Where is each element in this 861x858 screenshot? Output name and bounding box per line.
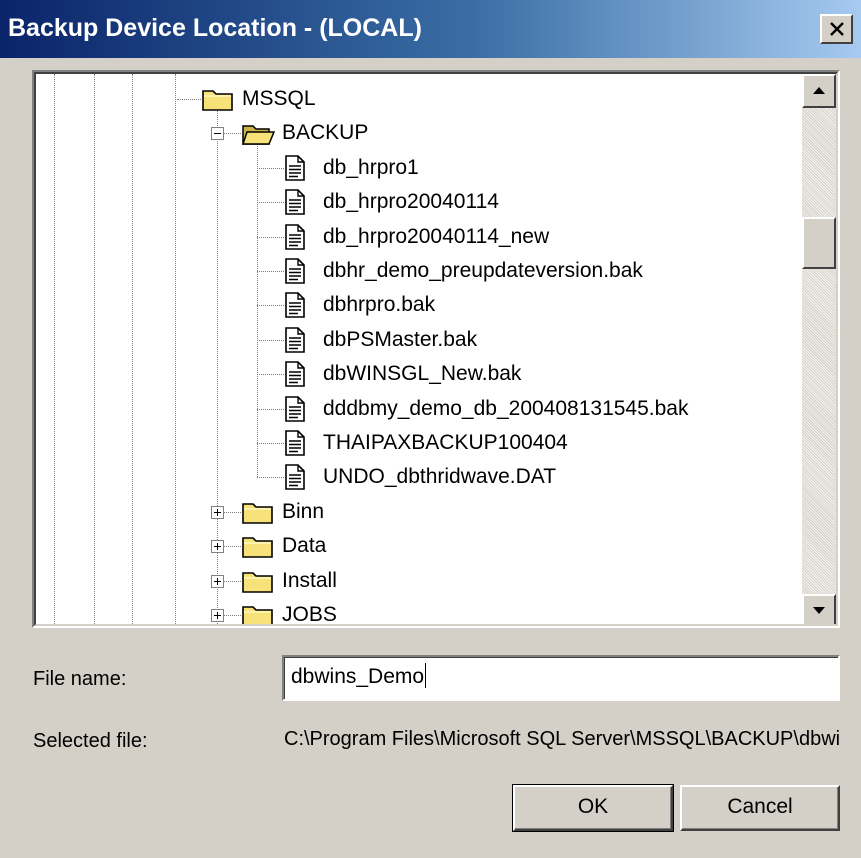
expand-toggle[interactable]: [211, 505, 224, 519]
tree-connector: [257, 271, 284, 272]
close-button[interactable]: [820, 14, 853, 44]
tree-content: MSSQL BACKUP db_hrpro1 db_hrpro20040114 db_h…: [36, 74, 806, 626]
arrow-down-icon: [813, 607, 825, 614]
tree-connector: [257, 339, 284, 341]
folder-tree[interactable]: MSSQL BACKUP db_hrpro1 db_hrpro20040114 db_h…: [32, 70, 840, 628]
tree-connector: [257, 167, 284, 169]
folder-open-icon: [241, 120, 276, 151]
tree-item-label: dbhr_demo_preupdateversion.bak: [323, 259, 643, 282]
tree-item-label: db_hrpro20040114: [323, 190, 499, 214]
tree-item-label: Data: [282, 534, 327, 558]
tree-connector: [257, 202, 284, 204]
scroll-up-button[interactable]: [802, 74, 836, 108]
tree-guide-line: [94, 74, 95, 624]
plus-box-icon: [217, 508, 218, 516]
vertical-scrollbar[interactable]: [802, 74, 836, 624]
tree-guide-line: [54, 74, 55, 624]
document-icon: [284, 189, 306, 220]
cancel-button[interactable]: Cancel: [680, 785, 840, 831]
tree-item-label: BACKUP: [282, 121, 369, 145]
document-icon: [284, 430, 306, 461]
document-icon: [284, 223, 306, 255]
folder-icon: [241, 499, 275, 530]
plus-box-icon: [217, 577, 218, 585]
tree-item-label: db_hrpro1: [323, 155, 419, 179]
tree-connector: [177, 99, 201, 100]
tree-connector: [257, 477, 284, 479]
tree-item-label: Install: [282, 568, 337, 592]
backup-device-location-dialog: Backup Device Location - (LOCAL) MSSQL BA…: [0, 0, 861, 858]
tree-connector: [257, 141, 258, 478]
tree-item-label: MSSQL: [242, 87, 316, 110]
document-icon: [284, 361, 306, 392]
plus-box-icon: [217, 612, 218, 619]
tree-connector: [257, 374, 284, 376]
collapse-toggle[interactable]: [211, 127, 224, 141]
tree-item-label: dddbmy_demo_db_200408131545.bak: [323, 396, 689, 420]
document-icon: [284, 292, 306, 323]
folder-icon: [201, 86, 235, 117]
selected-file-label: Selected file:: [33, 730, 148, 752]
ok-button[interactable]: OK: [512, 784, 674, 832]
minus-box-icon: [214, 133, 221, 135]
scroll-thumb[interactable]: [802, 217, 836, 269]
tree-item-label: Binn: [282, 499, 325, 523]
tree-connector: [257, 443, 284, 444]
document-icon: [284, 154, 306, 186]
tree-guide-line: [132, 74, 133, 624]
document-icon: [284, 395, 306, 427]
tree-connector: [257, 236, 284, 238]
close-icon: [830, 22, 844, 36]
file-name-label: File name:: [33, 668, 127, 690]
document-icon: [284, 326, 306, 358]
tree-item-label: THAIPAXBACKUP100404: [323, 431, 568, 454]
plus-box-icon: [217, 543, 218, 551]
title-bar[interactable]: Backup Device Location - (LOCAL): [0, 0, 861, 58]
tree-connector: [257, 408, 284, 410]
tree-item-label: dbWINSGL_New.bak: [323, 362, 522, 386]
tree-item-label: JOBS: [282, 603, 337, 626]
tree-item-label: db_hrpro20040114_new: [323, 224, 550, 248]
folder-icon: [241, 602, 275, 624]
expand-toggle[interactable]: [211, 540, 224, 554]
file-name-value: dbwins_Demo: [291, 665, 425, 688]
selected-file-path: C:\Program Files\Microsoft SQL Server\MS…: [284, 728, 840, 750]
window-title: Backup Device Location - (LOCAL): [8, 14, 422, 42]
arrow-up-icon: [813, 87, 825, 94]
expand-toggle[interactable]: [211, 609, 224, 622]
document-icon: [284, 464, 306, 495]
folder-icon: [241, 568, 275, 599]
tree-item-label: dbPSMaster.bak: [323, 327, 478, 351]
tree-guide-line: [175, 74, 176, 624]
tree-item-label: dbhrpro.bak: [323, 293, 436, 317]
file-name-input[interactable]: dbwins_Demo: [282, 655, 840, 701]
tree-item-label: UNDO_dbthridwave.DAT: [323, 465, 557, 489]
scroll-down-button[interactable]: [802, 594, 836, 624]
folder-icon: [241, 533, 275, 564]
text-caret: [425, 663, 427, 688]
tree-connector: [257, 305, 284, 307]
document-icon: [284, 258, 306, 289]
expand-toggle[interactable]: [211, 574, 224, 588]
